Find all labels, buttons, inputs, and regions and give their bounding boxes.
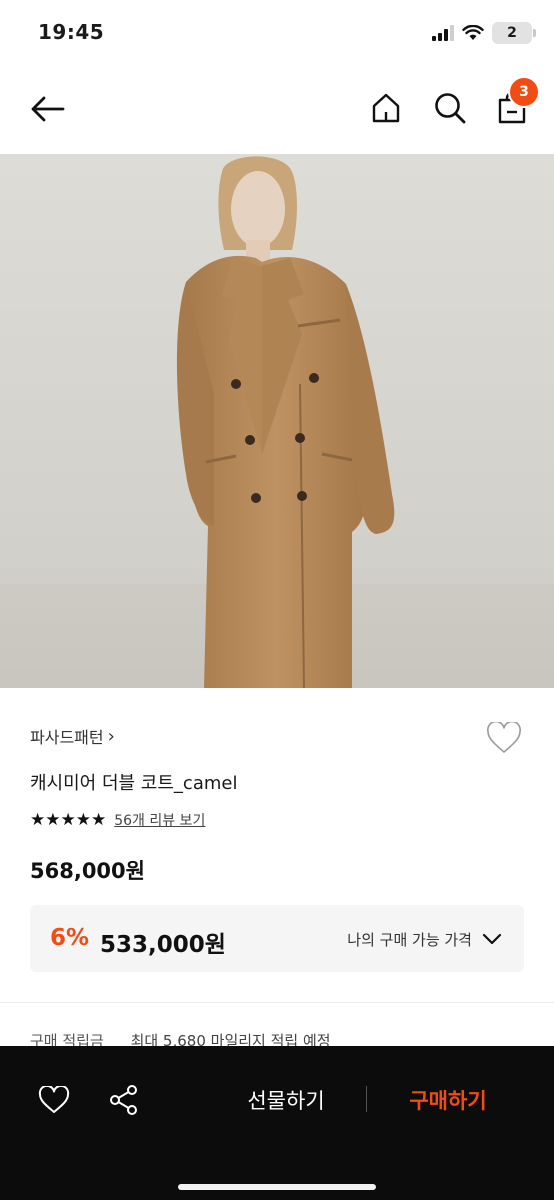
back-button[interactable] bbox=[26, 90, 68, 128]
top-nav bbox=[0, 72, 554, 148]
my-price-toggle[interactable]: 나의 구매 가능 가격 bbox=[347, 923, 502, 955]
cart-count-badge: 3 bbox=[508, 76, 540, 108]
signal-icon bbox=[432, 25, 454, 41]
wifi-icon bbox=[462, 25, 484, 40]
product-title: 캐시미어 더블 코트_camel bbox=[30, 773, 238, 794]
search-button[interactable] bbox=[430, 88, 470, 128]
section-divider bbox=[0, 1002, 554, 1003]
home-indicator[interactable] bbox=[178, 1184, 376, 1190]
original-price: 568,000원 bbox=[30, 859, 145, 883]
arrow-left-icon bbox=[31, 96, 65, 122]
buy-button[interactable]: 구매하기 bbox=[388, 1080, 508, 1120]
gift-button[interactable]: 선물하기 bbox=[226, 1080, 346, 1120]
brand-link[interactable]: 파사드패턴 › bbox=[30, 724, 115, 748]
home-icon bbox=[372, 93, 400, 123]
discount-rate: 6% bbox=[50, 925, 90, 951]
rating-row: ★★★★★ 56개 리뷰 보기 bbox=[30, 810, 205, 830]
bottom-bar-separator bbox=[366, 1086, 367, 1112]
status-time: 19:45 bbox=[38, 20, 105, 44]
search-icon bbox=[435, 93, 466, 124]
member-price: 533,000원 bbox=[100, 932, 226, 958]
brand-name: 파사드패턴 bbox=[30, 728, 104, 747]
review-link[interactable]: 56개 리뷰 보기 bbox=[114, 810, 205, 830]
product-image[interactable] bbox=[0, 154, 554, 688]
member-price-box: 6% 533,000원 나의 구매 가능 가격 bbox=[30, 905, 524, 972]
star-rating-icon: ★★★★★ bbox=[30, 810, 107, 830]
share-icon bbox=[110, 1085, 137, 1115]
chevron-down-icon bbox=[482, 933, 502, 945]
product-photo-coat bbox=[0, 154, 554, 688]
heart-icon bbox=[38, 1086, 70, 1113]
status-bar: 19:45 2 bbox=[0, 0, 554, 66]
wishlist-bottom-button[interactable] bbox=[34, 1080, 74, 1120]
status-indicators: 2 bbox=[432, 22, 536, 44]
purchase-bar: 선물하기 구매하기 bbox=[0, 1046, 554, 1200]
chevron-right-icon: › bbox=[107, 725, 115, 747]
my-price-label: 나의 구매 가능 가격 bbox=[347, 930, 472, 949]
wishlist-button[interactable] bbox=[484, 720, 524, 756]
heart-icon bbox=[487, 722, 521, 753]
battery-level: 2 bbox=[507, 25, 517, 41]
home-button[interactable] bbox=[366, 88, 406, 128]
battery-icon: 2 bbox=[492, 22, 536, 44]
share-button[interactable] bbox=[104, 1080, 144, 1120]
